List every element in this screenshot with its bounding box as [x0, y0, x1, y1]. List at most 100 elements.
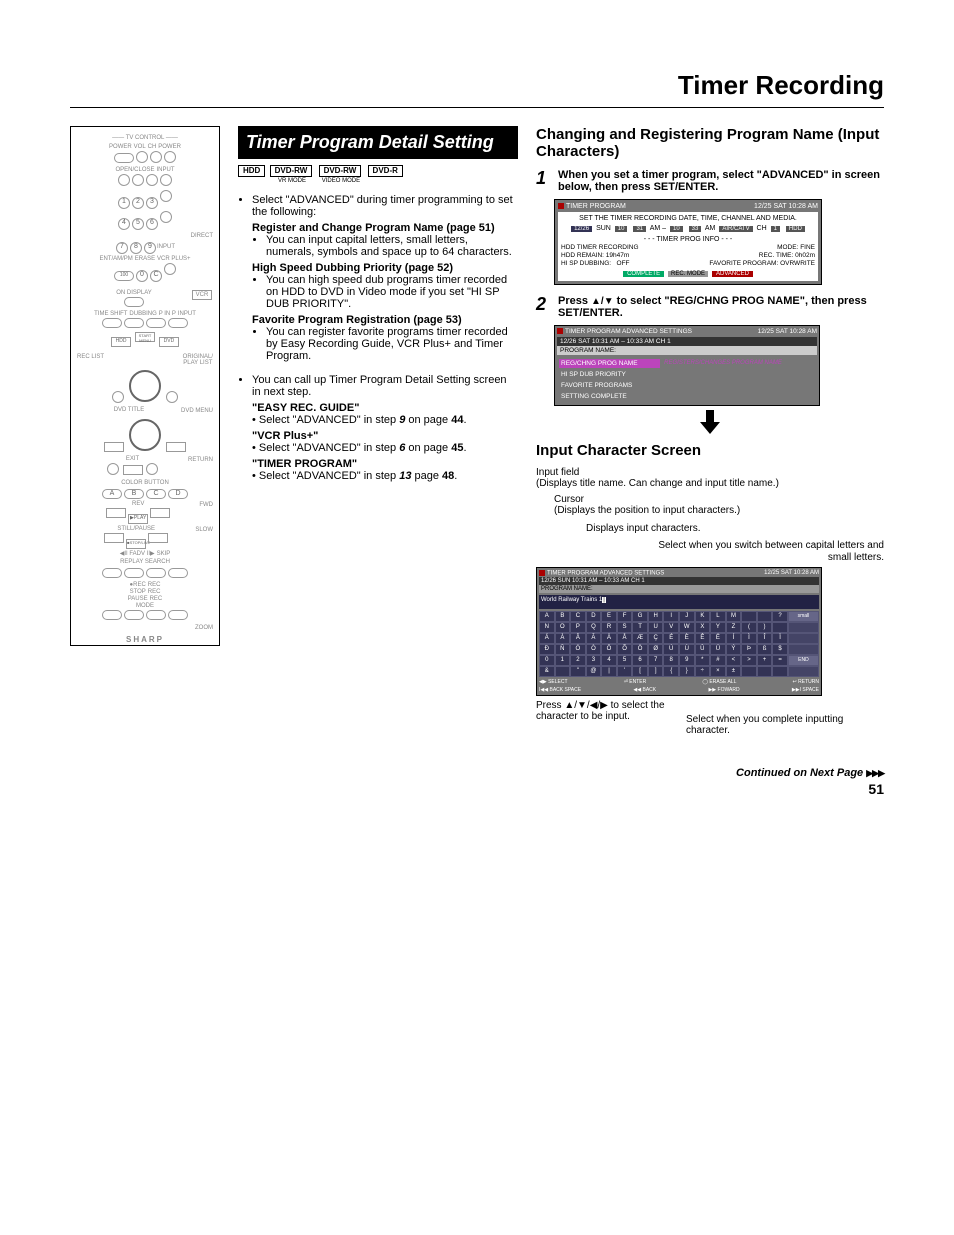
- osd2-row-fav: FAVORITE PROGRAMS: [559, 381, 660, 390]
- label-dvdtitle: DVD TITLE: [114, 407, 145, 413]
- page-title: Timer Recording: [70, 70, 884, 108]
- char-cell: 8: [663, 655, 679, 666]
- char-cell: T: [632, 622, 648, 633]
- osd2-row-regchng: REG/CHNG PROG NAME: [559, 359, 660, 368]
- char-cell: 4: [601, 655, 617, 666]
- char-cell: 1: [555, 655, 571, 666]
- osd1-r3c: FAVORITE PROGRAM: OVRWRITE: [709, 260, 815, 267]
- label-fadv: ◀II FADV II▶: [120, 551, 155, 557]
- osd1-clock: 12/25 SAT 10:28 AM: [754, 203, 818, 210]
- char-cell: D: [586, 611, 602, 622]
- heading-input-char-screen: Input Character Screen: [536, 442, 884, 459]
- char-cell: 6: [632, 655, 648, 666]
- osd-timer-program: TIMER PROGRAM 12/25 SAT 10:28 AM SET THE …: [554, 199, 822, 285]
- osd1-complete: COMPLETE: [623, 271, 664, 277]
- char-cell: Æ: [632, 633, 648, 644]
- char-cell: W: [679, 622, 695, 633]
- heading-changing-registering: Changing and Registering Program Name (I…: [536, 126, 884, 161]
- osd1-title: TIMER PROGRAM: [566, 203, 626, 210]
- label-fwd: FWD: [199, 502, 213, 508]
- down-arrow-icon: [700, 410, 720, 434]
- osd3-pname-label: PROGRAM NAME:: [539, 585, 819, 593]
- char-cell: K: [695, 611, 711, 622]
- osd2-pname: PROGRAM NAME:: [557, 346, 817, 355]
- key-vcr: VCR: [192, 290, 212, 300]
- label-replay: REPLAY: [120, 559, 143, 565]
- char-side-cell: small: [788, 611, 819, 622]
- osd3-input-line: World Railway Trains 1|: [539, 595, 819, 609]
- char-cell: Ä: [601, 633, 617, 644]
- osd1-media: HDD: [785, 225, 806, 233]
- char-cell: É: [663, 633, 679, 644]
- key-1: 1: [118, 197, 130, 209]
- char-cell: Ü: [710, 644, 726, 655]
- key-stoplive: ■STOP/LIVE: [126, 539, 146, 549]
- char-cell: [555, 666, 571, 677]
- tag-dvdrw-video: DVD-RW: [319, 165, 362, 177]
- char-cell: ×: [710, 666, 726, 677]
- char-cell: Ù: [679, 644, 695, 655]
- label-return: RETURN: [188, 457, 213, 463]
- char-cell: ]: [648, 666, 664, 677]
- char-grid: ABCDEFGHIJKLM?smallNOPQRSTUVWXYZ()ÁÀÂÃÄÅ…: [539, 611, 819, 677]
- osd1-h1: 10: [614, 225, 629, 233]
- osd1-src: AIR/CATV: [718, 225, 753, 233]
- char-cell: Ý: [726, 644, 742, 655]
- osd3-title: TIMER PROGRAM ADVANCED SETTINGS: [547, 571, 664, 577]
- osd-advanced-settings: TIMER PROGRAM ADVANCED SETTINGS 12/25 SAT…: [554, 325, 820, 406]
- char-cell: [: [632, 666, 648, 677]
- osd3-foot-select: SELECT: [548, 679, 567, 685]
- char-cell: @: [586, 666, 602, 677]
- tag-dvdr: DVD-R: [368, 165, 403, 177]
- char-cell: 7: [648, 655, 664, 666]
- char-side-cell: [788, 633, 819, 644]
- label-input-side: INPUT: [157, 244, 175, 250]
- char-cell: <: [726, 655, 742, 666]
- char-cell: ±: [726, 666, 742, 677]
- char-cell: J: [679, 611, 695, 622]
- char-cell: Ö: [632, 644, 648, 655]
- char-cell: Ï: [772, 633, 788, 644]
- char-cell: 2: [570, 655, 586, 666]
- osd2-clock: 12/25 SAT 10:28 AM: [758, 328, 817, 335]
- osd1-instr: SET THE TIMER RECORDING DATE, TIME, CHAN…: [561, 215, 815, 222]
- key-hdd: HDD: [111, 337, 131, 347]
- text-register: You can input capital letters, small let…: [266, 234, 518, 258]
- char-cell: ?: [772, 611, 788, 622]
- osd2-row-hisp: HI SP DUB PRIORITY: [559, 370, 660, 379]
- key-dvd: DVD: [159, 337, 179, 347]
- subhead-register: Register and Change Program Name (page 5…: [238, 222, 518, 234]
- osd2-title: TIMER PROGRAM ADVANCED SETTINGS: [565, 328, 692, 335]
- osd3-foot-fwd: FOWARD: [718, 687, 740, 693]
- char-cell: ": [570, 666, 586, 677]
- callout-switch-caps: Select when you switch between capital l…: [646, 540, 884, 563]
- label-origplay: ORIGINAL/ PLAY LIST: [183, 354, 213, 366]
- char-side-cell: [788, 666, 819, 677]
- label-search: SEARCH: [145, 559, 170, 565]
- char-cell: E: [601, 611, 617, 622]
- char-cell: A: [539, 611, 555, 622]
- text-timerprog: • Select "ADVANCED" in step 13 page 48.: [238, 470, 518, 482]
- remote-header: TV CONTROL: [126, 135, 164, 141]
- char-cell: M: [726, 611, 742, 622]
- char-cell: [772, 622, 788, 633]
- label-zoom: ZOOM: [77, 625, 213, 631]
- subhead-easy: "EASY REC. GUIDE": [238, 402, 518, 414]
- callout-press-arrows: Press ▲/▼/◀/▶ to select the character to…: [536, 700, 666, 737]
- osd1-h2: 10: [669, 225, 684, 233]
- char-cell: Z: [726, 622, 742, 633]
- char-cell: R: [601, 622, 617, 633]
- char-cell: ß: [757, 644, 773, 655]
- char-cell: }: [679, 666, 695, 677]
- char-cell: H: [648, 611, 664, 622]
- section-heading-timer-detail: Timer Program Detail Setting: [238, 126, 518, 159]
- step-number-2: 2: [536, 295, 552, 319]
- char-cell: [741, 666, 757, 677]
- subhead-timerprog: "TIMER PROGRAM": [238, 458, 518, 470]
- key-startmenu: START MENU: [135, 332, 155, 342]
- char-cell: &: [539, 666, 555, 677]
- osd3-foot-space: SPACE: [802, 687, 819, 693]
- char-cell: Ô: [601, 644, 617, 655]
- char-cell: C: [570, 611, 586, 622]
- char-cell: #: [710, 655, 726, 666]
